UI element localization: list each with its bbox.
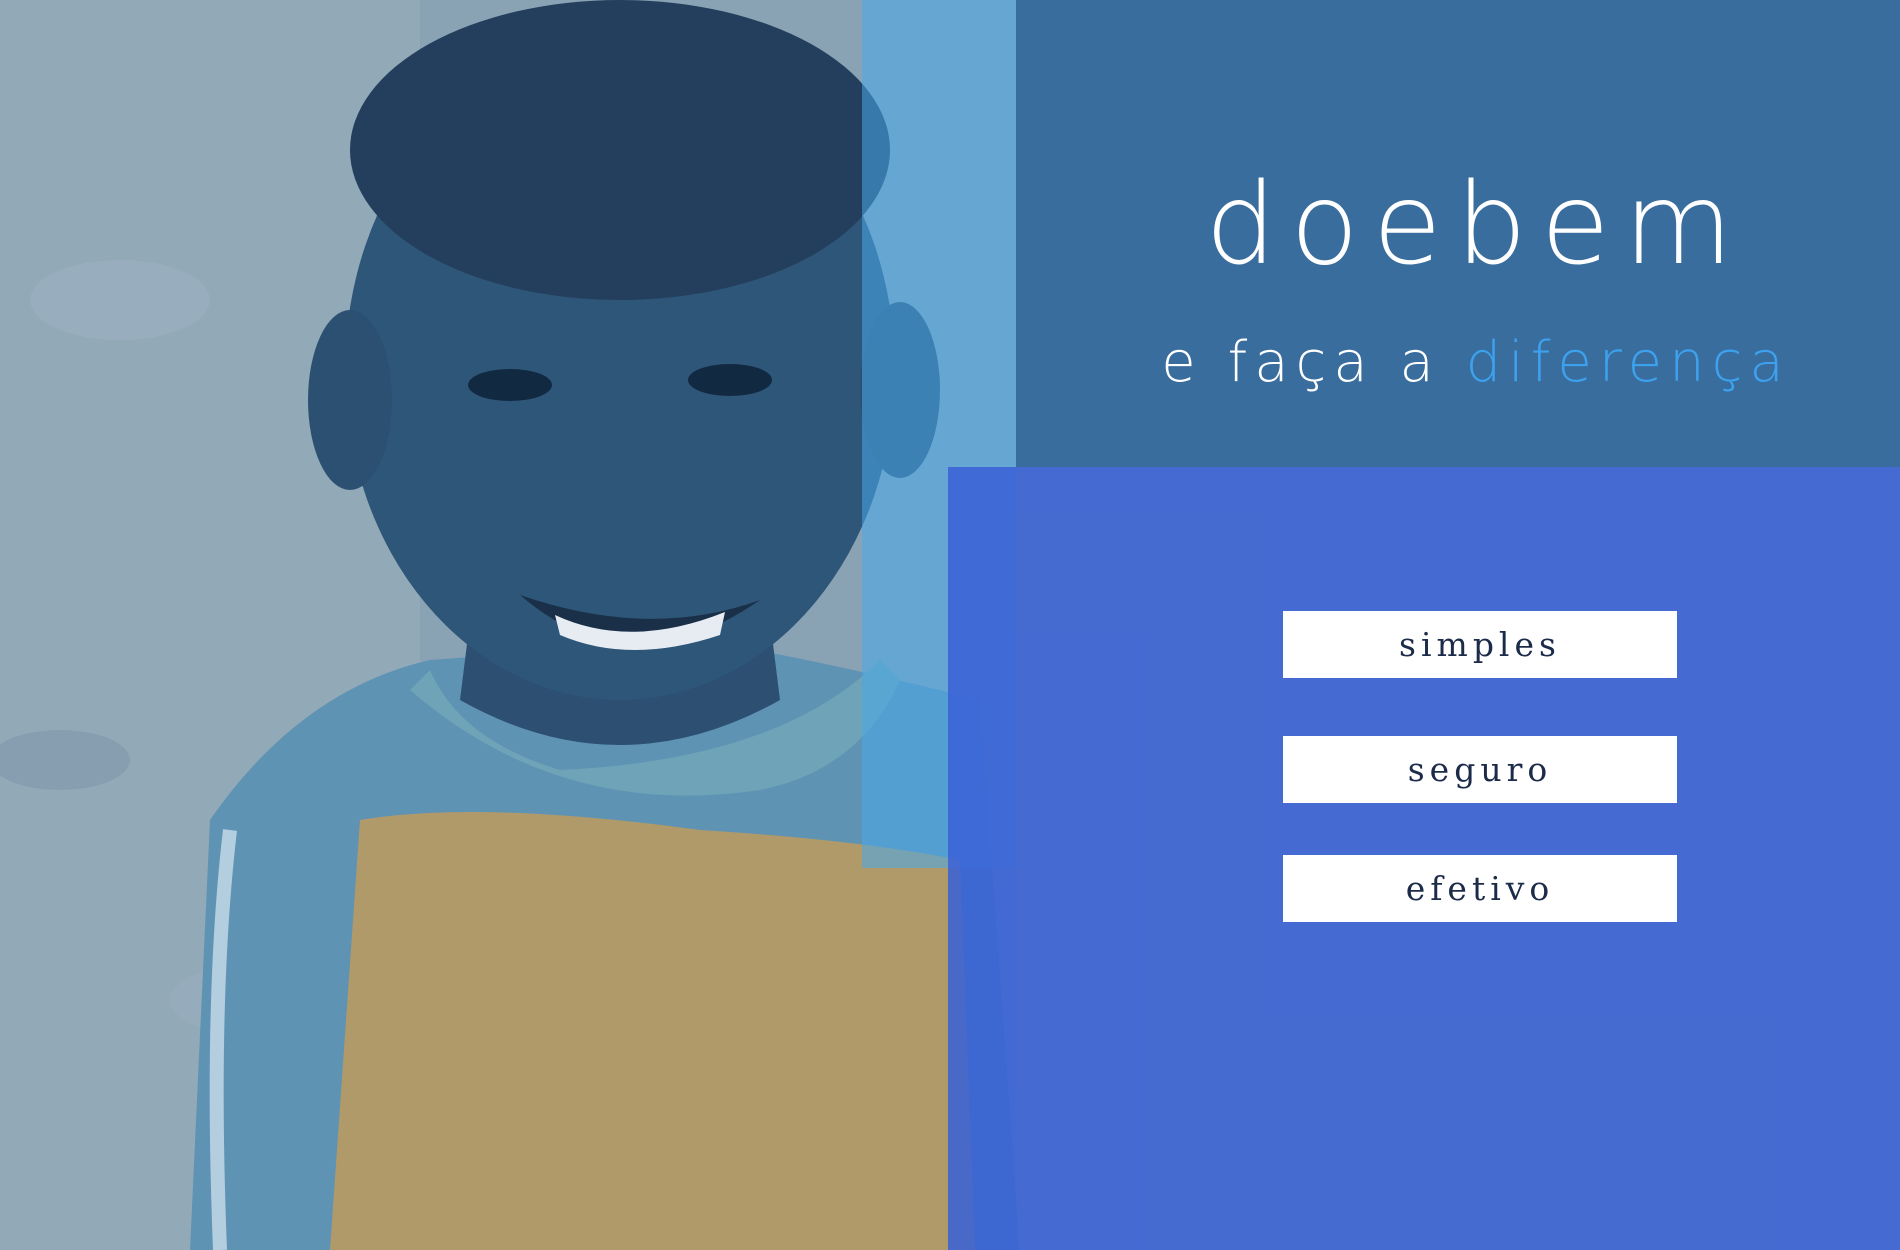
feature-pill-efetivo: efetivo <box>1283 855 1677 922</box>
feature-pill-seguro: seguro <box>1283 736 1677 803</box>
feature-pill-simples: simples <box>1283 611 1677 678</box>
tagline-highlight: diferença <box>1465 330 1791 395</box>
tagline: e faça a diferença <box>1016 330 1900 395</box>
brand-logo-text: doebem <box>1205 160 1747 290</box>
tagline-prefix: e faça a <box>1161 330 1441 395</box>
panel-edge-shade <box>948 868 1016 1250</box>
